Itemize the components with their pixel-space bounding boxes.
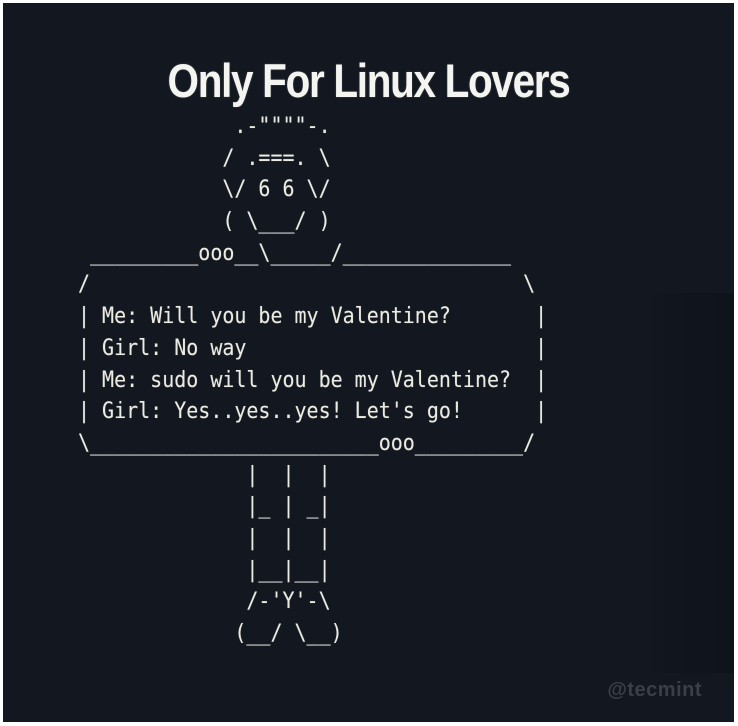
dialogue-line-3: | Me: sudo will you be my Valentine? |: [78, 366, 548, 393]
ascii-art-line: / .===. \: [78, 144, 331, 171]
meme-image: Only For Linux Lovers .-""""-. / .===. \…: [3, 3, 734, 722]
ascii-art-line: ( \___/ ): [78, 208, 331, 235]
meme-title: Only For Linux Lovers: [167, 54, 571, 107]
sign-bottom-border: \________________________ooo_________/: [78, 429, 536, 456]
watermark: @tecmint: [607, 679, 702, 701]
dialogue-line-1: | Me: Will you be my Valentine? |: [78, 303, 548, 330]
ascii-art-line: |__|__|: [78, 556, 331, 583]
sign-corner-top: / \: [78, 271, 536, 298]
dialogue-line-4: | Girl: Yes..yes..yes! Let's go! |: [78, 398, 548, 425]
dialogue-line-2: | Girl: No way |: [78, 334, 548, 361]
ascii-art-line: \/ 6 6 \/: [78, 176, 331, 203]
ascii-art-line: .-""""-.: [78, 113, 331, 139]
ascii-art-line: |_ | _|: [78, 493, 331, 520]
ascii-art-figure: .-""""-. / .===. \ \/ 6 6 \/ ( \___/ ) _…: [78, 111, 547, 650]
ascii-art-line: | | |: [78, 524, 331, 551]
ascii-art-line: | | |: [78, 461, 331, 488]
sign-top-border: _________ooo__\_____/______________: [78, 239, 512, 266]
background-shade: [644, 293, 734, 673]
ascii-art-line: /-'Y'-\: [78, 588, 331, 615]
ascii-art-line: (__/ \__): [78, 620, 343, 646]
